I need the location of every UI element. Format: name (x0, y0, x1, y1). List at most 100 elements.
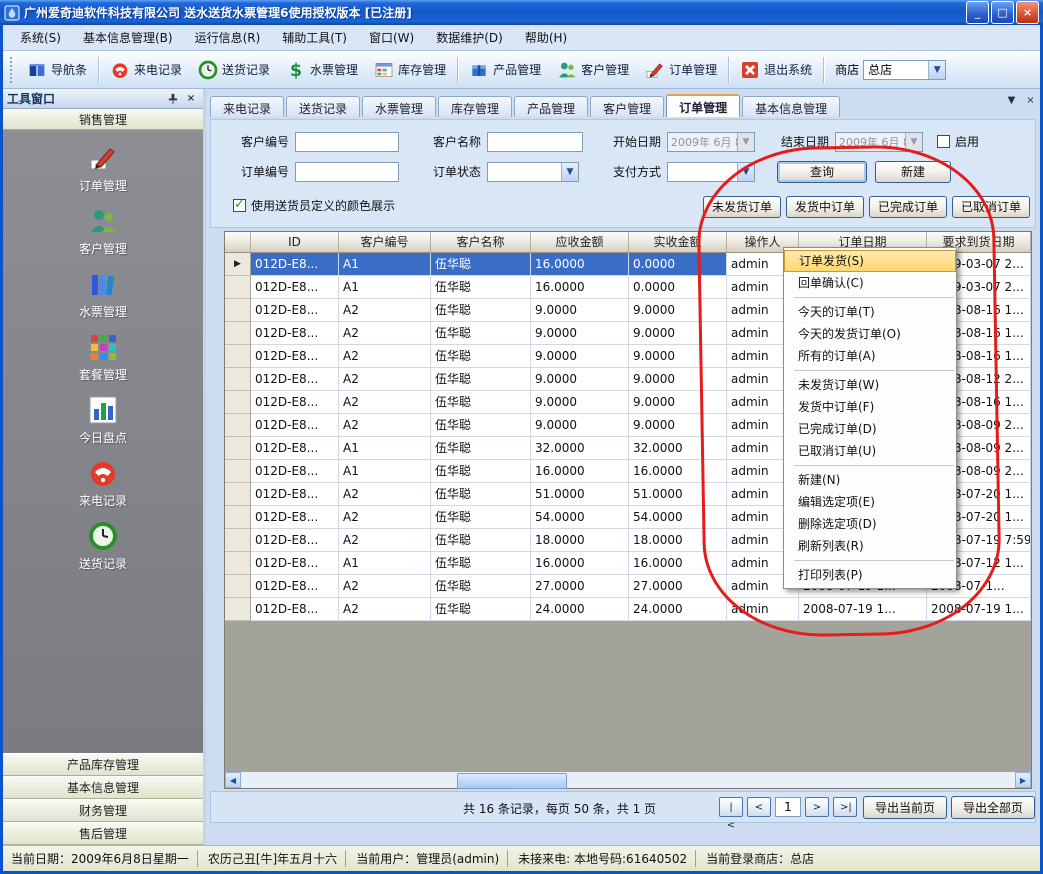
context-menu-item[interactable]: 已完成订单(D) (784, 418, 956, 440)
sidebar-item-customers[interactable]: 客户管理 (3, 205, 203, 268)
tab[interactable]: 客户管理 (590, 96, 664, 117)
next-page-button[interactable]: > (805, 797, 829, 817)
cell-id[interactable]: 012D-E8... (251, 575, 339, 598)
status-filter-completed[interactable]: 已完成订单 (869, 196, 947, 218)
scrollbar-thumb[interactable] (457, 773, 567, 789)
cell-customer_name[interactable]: 伍华聪 (431, 483, 531, 506)
page-number-input[interactable] (775, 797, 801, 817)
cell-receivable[interactable]: 9.0000 (531, 345, 629, 368)
tab[interactable]: 送货记录 (286, 96, 360, 117)
menu-item[interactable]: 运行信息(R) (184, 25, 272, 50)
close-icon[interactable]: × (183, 91, 199, 107)
cell-id[interactable]: 012D-E8... (251, 483, 339, 506)
cell-customer_name[interactable]: 伍华聪 (431, 460, 531, 483)
order-button[interactable]: 订单管理 (637, 55, 725, 85)
close-icon[interactable]: × (1023, 93, 1038, 108)
cell-receivable[interactable]: 9.0000 (531, 299, 629, 322)
chevron-down-icon[interactable]: ▼ (928, 61, 945, 79)
cell-receivable[interactable]: 27.0000 (531, 575, 629, 598)
row-selector[interactable] (225, 345, 251, 368)
sidebar-item-call-log[interactable]: 来电记录 (3, 457, 203, 520)
row-selector[interactable] (225, 529, 251, 552)
row-selector[interactable] (225, 276, 251, 299)
column-header[interactable]: 应收金额 (531, 232, 629, 253)
cell-customer_no[interactable]: A1 (339, 253, 431, 276)
tab[interactable]: 来电记录 (210, 96, 284, 117)
row-selector[interactable]: ▶ (225, 253, 251, 276)
menu-item[interactable]: 数据维护(D) (425, 25, 514, 50)
export-current-page-button[interactable]: 导出当前页 (863, 796, 947, 819)
context-menu-item[interactable]: 发货中订单(F) (784, 396, 956, 418)
context-menu-item[interactable]: 未发货订单(W) (784, 374, 956, 396)
cell-receivable[interactable]: 16.0000 (531, 460, 629, 483)
cell-received[interactable]: 24.0000 (629, 598, 727, 621)
row-selector[interactable] (225, 552, 251, 575)
end-date-picker[interactable]: 2009年 6月 8日 ▼ (835, 132, 923, 152)
order-no-input[interactable] (295, 162, 399, 182)
sidebar-group-bar[interactable]: 财务管理 (3, 799, 203, 822)
cell-received[interactable]: 9.0000 (629, 391, 727, 414)
tab[interactable]: 订单管理 (666, 94, 740, 117)
cell-id[interactable]: 012D-E8... (251, 299, 339, 322)
cell-id[interactable]: 012D-E8... (251, 276, 339, 299)
cell-id[interactable]: 012D-E8... (251, 598, 339, 621)
cell-receivable[interactable]: 16.0000 (531, 253, 629, 276)
cell-received[interactable]: 0.0000 (629, 253, 727, 276)
cell-received[interactable]: 51.0000 (629, 483, 727, 506)
shop-select[interactable]: 总店 ▼ (863, 60, 946, 80)
maximize-button[interactable]: □ (991, 1, 1014, 24)
minimize-button[interactable]: _ (966, 1, 989, 24)
row-selector[interactable] (225, 483, 251, 506)
context-menu-item[interactable]: 刷新列表(R) (784, 535, 956, 557)
cell-id[interactable]: 012D-E8... (251, 437, 339, 460)
cell-id[interactable]: 012D-E8... (251, 391, 339, 414)
cell-customer_name[interactable]: 伍华聪 (431, 529, 531, 552)
cell-id[interactable]: 012D-E8... (251, 322, 339, 345)
cell-customer_name[interactable]: 伍华聪 (431, 552, 531, 575)
row-selector[interactable] (225, 391, 251, 414)
cell-receivable[interactable]: 51.0000 (531, 483, 629, 506)
close-button[interactable]: × (1016, 1, 1039, 24)
cell-id[interactable]: 012D-E8... (251, 552, 339, 575)
row-selector[interactable] (225, 460, 251, 483)
prev-page-button[interactable]: < (747, 797, 771, 817)
context-menu-item[interactable]: 删除选定项(D) (784, 513, 956, 535)
cell-receivable[interactable]: 9.0000 (531, 368, 629, 391)
customer-button[interactable]: 客户管理 (549, 55, 637, 85)
cell-received[interactable]: 18.0000 (629, 529, 727, 552)
cell-customer_no[interactable]: A2 (339, 529, 431, 552)
column-header[interactable]: 客户名称 (431, 232, 531, 253)
status-filter-unshipped[interactable]: 未发货订单 (703, 196, 781, 218)
navbar-button[interactable]: 导航条 (19, 55, 95, 85)
chevron-down-icon[interactable]: ▼ (737, 163, 754, 181)
cell-customer_no[interactable]: A1 (339, 460, 431, 483)
cell-customer_no[interactable]: A2 (339, 322, 431, 345)
cell-id[interactable]: 012D-E8... (251, 460, 339, 483)
horizontal-scrollbar[interactable]: ◀ ▶ (225, 772, 1031, 788)
row-selector[interactable] (225, 299, 251, 322)
sidebar-item-orders[interactable]: 订单管理 (3, 142, 203, 205)
cell-customer_no[interactable]: A2 (339, 414, 431, 437)
chevron-down-icon[interactable]: ▼ (737, 133, 754, 151)
chevron-down-icon[interactable]: ▼ (905, 133, 922, 151)
customer-no-input[interactable] (295, 132, 399, 152)
row-selector[interactable] (225, 368, 251, 391)
sidebar-group-bar[interactable]: 基本信息管理 (3, 776, 203, 799)
inventory-button[interactable]: 库存管理 (366, 55, 454, 85)
cell-operator[interactable]: admin (727, 598, 799, 621)
menu-item[interactable]: 基本信息管理(B) (72, 25, 184, 50)
cell-customer_name[interactable]: 伍华聪 (431, 575, 531, 598)
cell-customer_name[interactable]: 伍华聪 (431, 506, 531, 529)
cell-id[interactable]: 012D-E8... (251, 368, 339, 391)
cell-id[interactable]: 012D-E8... (251, 345, 339, 368)
cell-id[interactable]: 012D-E8... (251, 414, 339, 437)
cell-customer_name[interactable]: 伍华聪 (431, 391, 531, 414)
context-menu-item[interactable]: 今天的发货订单(O) (784, 323, 956, 345)
cell-received[interactable]: 16.0000 (629, 552, 727, 575)
status-filter-shipping[interactable]: 发货中订单 (786, 196, 864, 218)
call-log-button[interactable]: 来电记录 (102, 55, 190, 85)
sidebar-item-water-tickets[interactable]: 水票管理 (3, 268, 203, 331)
row-selector[interactable] (225, 506, 251, 529)
menu-item[interactable]: 帮助(H) (514, 25, 578, 50)
exit-button[interactable]: 退出系统 (732, 55, 820, 85)
